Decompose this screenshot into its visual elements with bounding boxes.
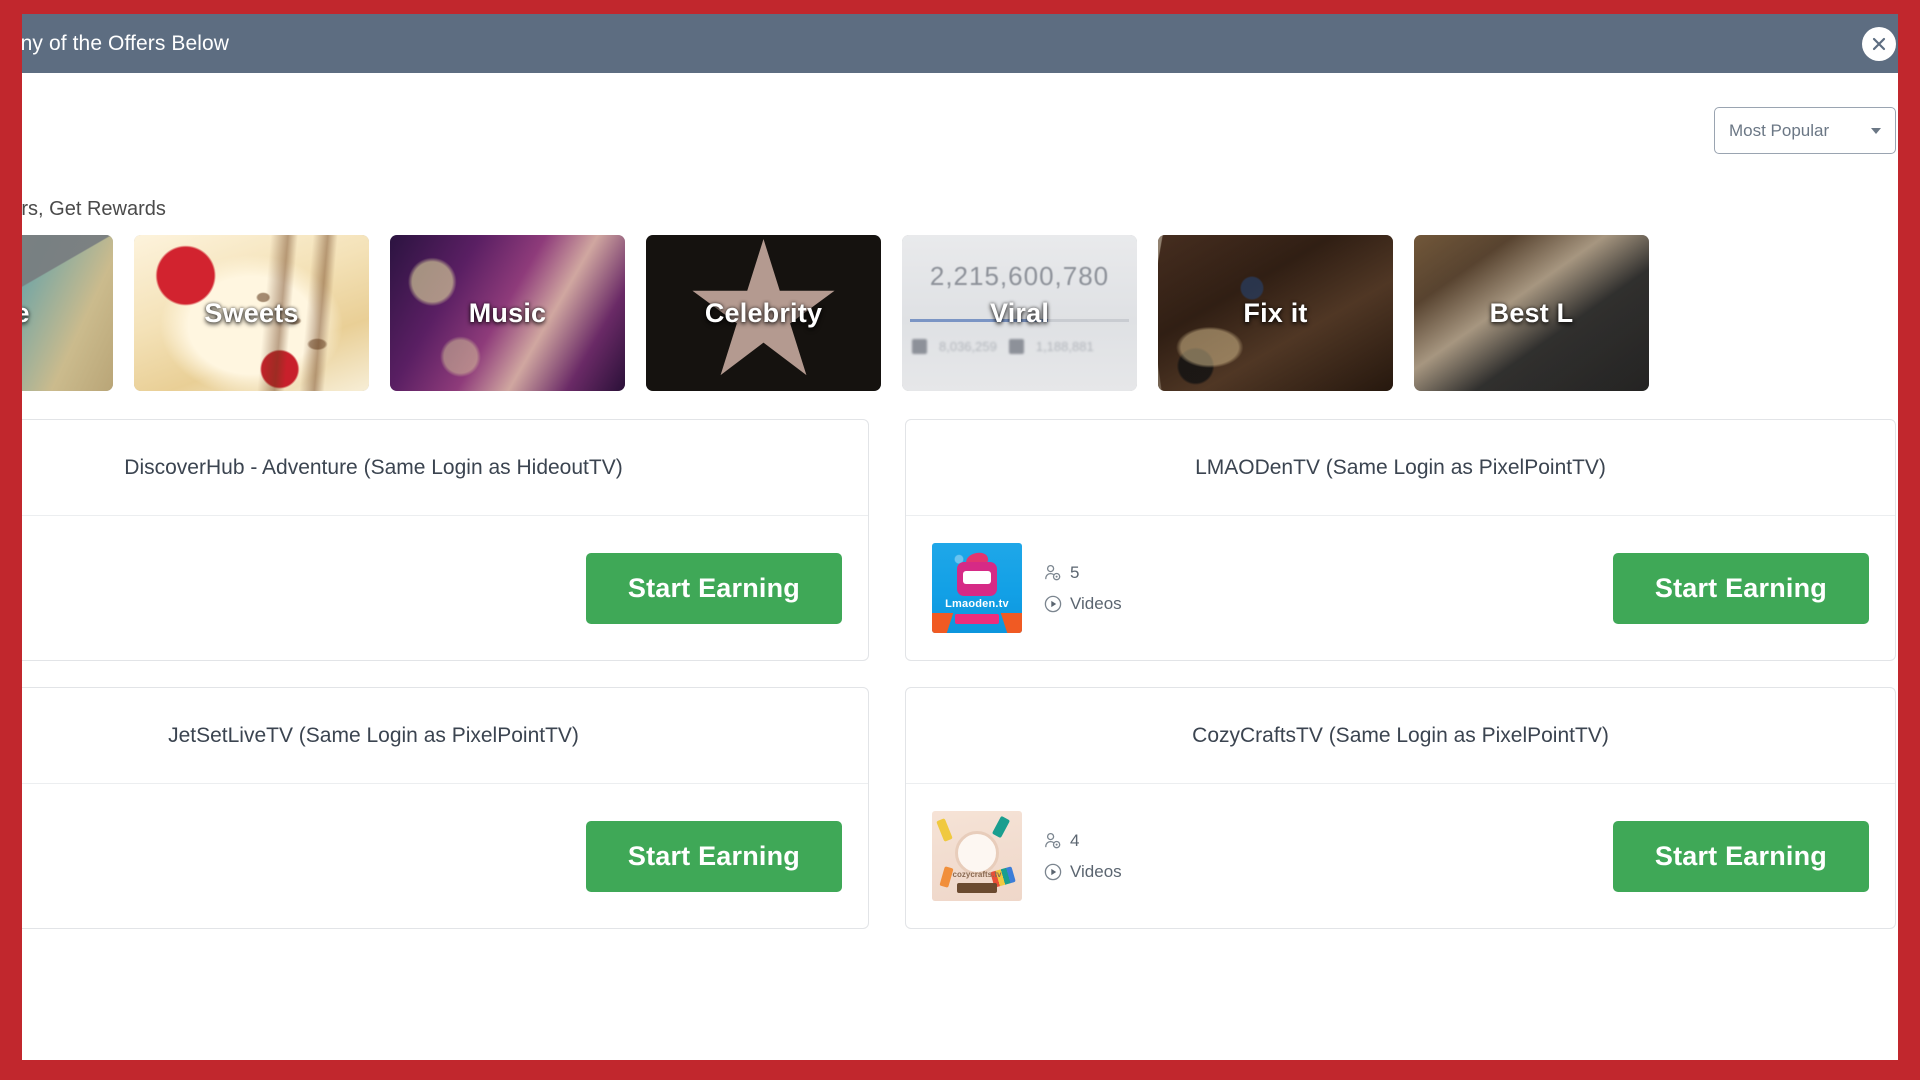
offer-title: DiscoverHub - Adventure (Same Login as H… bbox=[124, 455, 623, 479]
category-tile-label: Viral bbox=[989, 297, 1050, 328]
category-tile-label: Sweets bbox=[204, 297, 299, 328]
category-strip[interactable]: nture Sweets Music Celebrity bbox=[22, 235, 1896, 391]
offer-card-body: 4 Videos Start Earning bbox=[22, 784, 868, 928]
category-tile-label: Celebrity bbox=[704, 297, 823, 328]
offer-stats: 5 Videos bbox=[1044, 563, 1591, 614]
creators-stat: 4 bbox=[1044, 831, 1591, 851]
creators-stat: 4 bbox=[22, 831, 564, 851]
thumbnail-wordmark: Lmaoden.tv bbox=[945, 597, 1009, 610]
user-video-icon bbox=[1045, 564, 1061, 580]
modal-header: y Completing Any of the Offers Below bbox=[22, 14, 1898, 73]
play-circle-icon bbox=[1044, 863, 1062, 880]
page-viewport: y Completing Any of the Offers Below Mos… bbox=[22, 14, 1898, 1060]
start-earning-button[interactable]: Start Earning bbox=[585, 820, 842, 892]
category-tile-music[interactable]: Music bbox=[390, 235, 625, 391]
modal-title: y Completing Any of the Offers Below bbox=[22, 31, 230, 55]
start-earning-button[interactable]: Start Earning bbox=[585, 552, 842, 624]
creators-count: 5 bbox=[1070, 562, 1080, 582]
offer-card[interactable]: JetSetLiveTV (Same Login as PixelPointTV… bbox=[22, 687, 869, 929]
videos-label: Videos bbox=[1070, 861, 1122, 881]
category-tile-viral[interactable]: 2,215,600,780 8,036,259 1,188,881 Viral bbox=[902, 235, 1137, 391]
offer-card-body: Videos Start Earning bbox=[22, 516, 868, 660]
offer-thumbnail: cozycrafts.tv bbox=[932, 811, 1022, 901]
category-tile-label: Music bbox=[468, 297, 547, 328]
start-earning-button[interactable]: Start Earning bbox=[1612, 552, 1869, 624]
chevron-down-icon bbox=[1871, 127, 1881, 134]
category-tile-label: Fix it bbox=[1243, 297, 1308, 328]
offer-card-header: CozyCraftsTV (Same Login as PixelPointTV… bbox=[906, 688, 1895, 784]
offer-card-header: JetSetLiveTV (Same Login as PixelPointTV… bbox=[22, 688, 868, 784]
sort-dropdown-value: Most Popular bbox=[1729, 120, 1830, 140]
browser-window-frame: y Completing Any of the Offers Below Mos… bbox=[0, 0, 1920, 1080]
videos-label: Videos bbox=[1070, 593, 1122, 613]
offer-card-header: LMAODenTV (Same Login as PixelPointTV) bbox=[906, 420, 1895, 516]
thumbnail-wordmark: cozycrafts.tv bbox=[952, 870, 1002, 879]
modal-body: Most Popular Discover Creators, Get Rewa… bbox=[22, 73, 1898, 1060]
creators-count: 4 bbox=[1070, 830, 1080, 850]
category-tile-label: nture bbox=[22, 297, 30, 328]
category-tile-label: Best L bbox=[1489, 297, 1574, 328]
offer-stats: 4 Videos bbox=[1044, 831, 1591, 882]
offer-title: CozyCraftsTV (Same Login as PixelPointTV… bbox=[1192, 723, 1609, 747]
offers-modal: y Completing Any of the Offers Below Mos… bbox=[22, 14, 1898, 1060]
close-icon[interactable] bbox=[1862, 26, 1896, 61]
offer-card[interactable]: DiscoverHub - Adventure (Same Login as H… bbox=[22, 419, 869, 661]
offer-title: JetSetLiveTV (Same Login as PixelPointTV… bbox=[168, 723, 579, 747]
category-tile-best-l[interactable]: Best L bbox=[1414, 235, 1649, 391]
offer-thumbnail: Lmaoden.tv bbox=[932, 543, 1022, 633]
offer-title: LMAODenTV (Same Login as PixelPointTV) bbox=[1195, 455, 1606, 479]
category-tile-celebrity[interactable]: Celebrity bbox=[646, 235, 881, 391]
user-video-icon bbox=[1045, 832, 1061, 848]
play-circle-icon bbox=[1044, 595, 1062, 612]
offer-stats: Videos bbox=[22, 578, 564, 598]
offer-card[interactable]: CozyCraftsTV (Same Login as PixelPointTV… bbox=[905, 687, 1896, 929]
offer-stats: 4 Videos bbox=[22, 831, 564, 882]
start-earning-button[interactable]: Start Earning bbox=[1612, 820, 1869, 892]
offer-card-body: cozycrafts.tv 4 Videos Start Earning bbox=[906, 784, 1895, 928]
discover-heading: Discover Creators, Get Rewards bbox=[22, 198, 166, 220]
videos-stat: Videos bbox=[22, 862, 564, 882]
offer-card[interactable]: LMAODenTV (Same Login as PixelPointTV) L… bbox=[905, 419, 1896, 661]
videos-stat: Videos bbox=[22, 578, 564, 598]
category-tile-sweets[interactable]: Sweets bbox=[134, 235, 369, 391]
offer-card-header: DiscoverHub - Adventure (Same Login as H… bbox=[22, 420, 868, 516]
offer-card-body: Lmaoden.tv 5 Videos Start Earning bbox=[906, 516, 1895, 660]
offers-grid: DiscoverHub - Adventure (Same Login as H… bbox=[22, 419, 1896, 929]
videos-stat: Videos bbox=[1044, 862, 1591, 882]
sort-dropdown[interactable]: Most Popular bbox=[1714, 107, 1896, 154]
sort-row: Most Popular bbox=[22, 73, 1896, 154]
category-tile-fix-it[interactable]: Fix it bbox=[1158, 235, 1393, 391]
creators-stat: 5 bbox=[1044, 563, 1591, 583]
videos-stat: Videos bbox=[1044, 594, 1591, 614]
category-tile-adventure[interactable]: nture bbox=[22, 235, 113, 391]
